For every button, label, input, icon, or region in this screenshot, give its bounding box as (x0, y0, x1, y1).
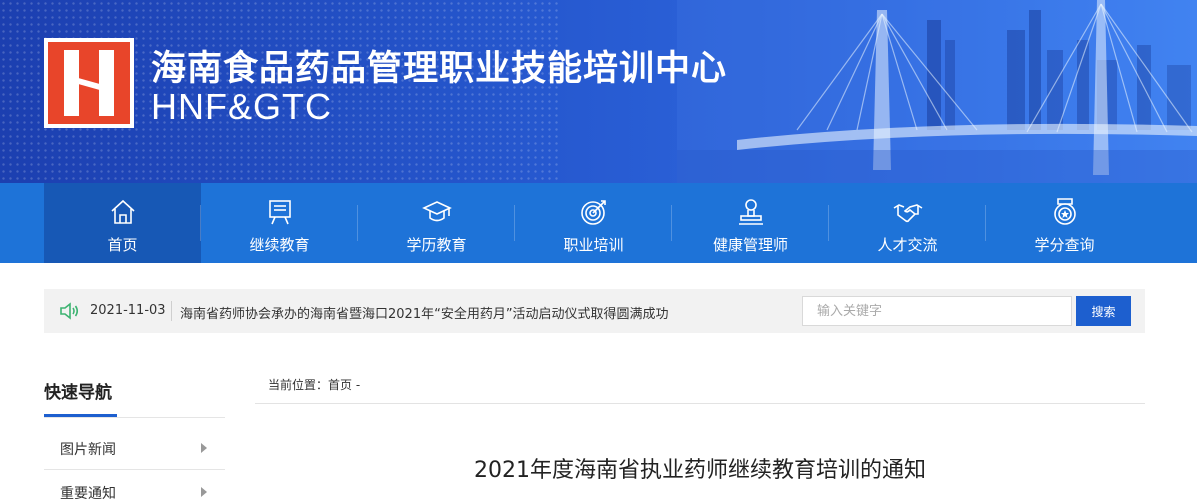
search-button[interactable]: 搜索 (1076, 296, 1131, 326)
nav-label-vocational-training: 职业培训 (563, 236, 624, 254)
sidebar-item-label: 图片新闻 (60, 442, 116, 458)
sidebar-item-important-notice[interactable]: 重要通知 (44, 470, 225, 504)
page: 海南食品药品管理职业技能培训中心 HNF&GTC 首页 继续教育 学历教育 职业… (0, 0, 1197, 504)
nav-label-health-manager: 健康管理师 (712, 236, 788, 254)
nav-item-home[interactable]: 首页 (44, 183, 201, 263)
nav-label-continuing-education: 继续教育 (249, 236, 310, 254)
article-title: 2021年度海南省执业药师继续教育培训的通知 (474, 458, 926, 483)
speaker-icon (60, 302, 79, 320)
home-icon (110, 199, 135, 224)
hnfgtc-logo-icon (44, 38, 134, 128)
board-icon (268, 200, 291, 225)
medal-icon (1053, 198, 1076, 225)
nav-item-talent-exchange[interactable]: 人才交流 (829, 183, 986, 263)
nav-label-credit-query: 学分查询 (1034, 236, 1095, 254)
search-input[interactable] (802, 296, 1072, 326)
site-subtitle: HNF&GTC (151, 86, 332, 127)
sidebar-item-photo-news[interactable]: 图片新闻 (44, 426, 225, 470)
news-ticker-bar: 2021-11-03 海南省药师协会承办的海南省暨海口2021年“安全用药月”活… (44, 289, 1145, 333)
nav-item-health-manager[interactable]: 健康管理师 (672, 183, 829, 263)
site-title: 海南食品药品管理职业技能培训中心 (151, 49, 728, 89)
graduation-cap-icon (421, 201, 452, 222)
sidebar-title-underline (44, 414, 117, 417)
ticker-date: 2021-11-03 (90, 303, 166, 318)
breadcrumb: 当前位置：首页 - (268, 378, 361, 392)
nav-item-credit-query[interactable]: 学分查询 (986, 183, 1143, 263)
main-nav: 首页 继续教育 学历教育 职业培训 健康管理师 人才交流 学分查询 (0, 183, 1197, 263)
nav-label-talent-exchange: 人才交流 (877, 236, 938, 254)
target-icon (580, 200, 606, 225)
header-banner: 海南食品药品管理职业技能培训中心 HNF&GTC (0, 0, 1197, 183)
handshake-icon (893, 204, 922, 223)
nav-item-academic-education[interactable]: 学历教育 (358, 183, 515, 263)
sidebar-item-label: 重要通知 (60, 486, 116, 502)
person-icon (738, 199, 763, 225)
ticker-news-link[interactable]: 海南省药师协会承办的海南省暨海口2021年“安全用药月”活动启动仪式取得圆满成功 (180, 303, 669, 322)
nav-item-continuing-education[interactable]: 继续教育 (201, 183, 358, 263)
chevron-right-icon (201, 487, 207, 497)
nav-label-home: 首页 (107, 236, 138, 254)
city-bridge-illustration (677, 0, 1197, 183)
sidebar-title: 快速导航 (44, 383, 112, 403)
nav-item-vocational-training[interactable]: 职业培训 (515, 183, 672, 263)
chevron-right-icon (201, 443, 207, 453)
nav-label-academic-education: 学历教育 (406, 236, 467, 254)
